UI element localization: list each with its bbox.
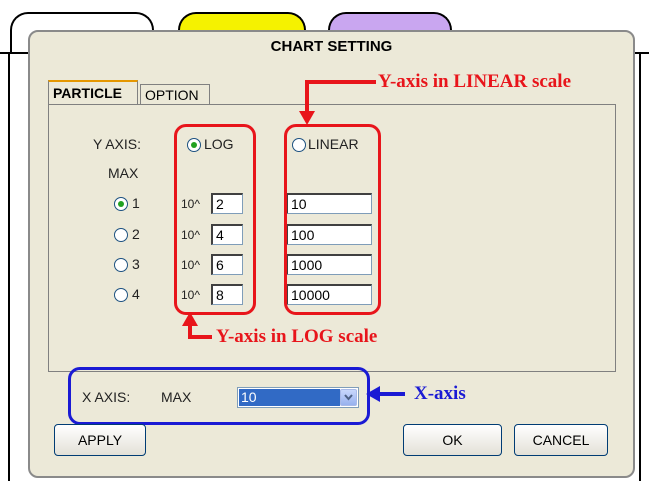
x-axis-max-select[interactable]: 10 [237,387,359,408]
chevron-down-icon[interactable] [340,389,357,406]
x-axis-label: X AXIS: [82,389,131,405]
x-axis-annotation-text: X-axis [414,383,466,404]
log-annotation-text: Y-axis in LOG scale [216,326,378,347]
linear-annotation-text: Y-axis in LINEAR scale [378,71,572,92]
x-axis-max-label: MAX [161,389,192,405]
ok-button[interactable]: OK [403,424,502,456]
x-axis-arrow [366,386,405,402]
apply-button[interactable]: APPLY [54,424,146,456]
x-axis-max-value: 10 [239,389,340,406]
tab-particle[interactable]: PARTICLE [48,80,138,104]
log-arrow [182,312,212,339]
linear-arrow [299,80,376,125]
cancel-button[interactable]: CANCEL [514,424,608,456]
